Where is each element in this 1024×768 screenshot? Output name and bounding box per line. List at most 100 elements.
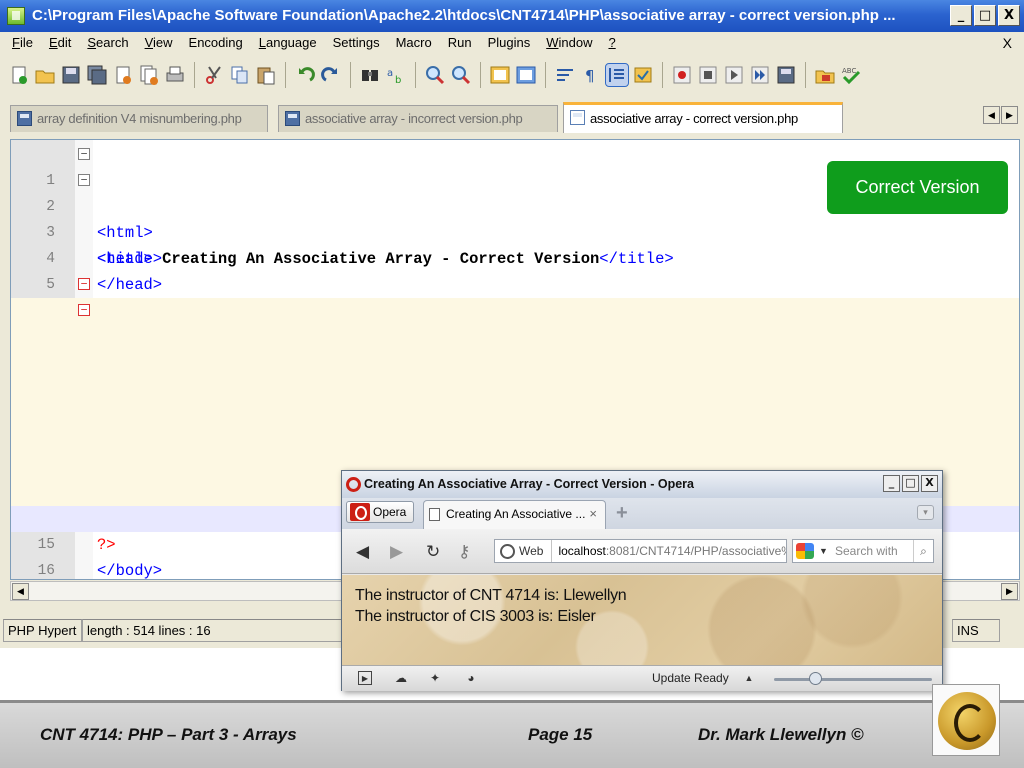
run-macro-multiple-icon[interactable] bbox=[749, 64, 771, 86]
undo-icon[interactable] bbox=[294, 64, 316, 86]
panel-toggle-icon[interactable]: ▶ bbox=[358, 671, 372, 685]
code-text: </body> bbox=[97, 562, 163, 580]
update-ready-status[interactable]: Update Ready bbox=[652, 666, 729, 691]
zoom-slider[interactable] bbox=[774, 672, 932, 685]
print-icon[interactable] bbox=[164, 64, 186, 86]
browser-maximize-button[interactable]: □ bbox=[902, 475, 919, 492]
minimize-button[interactable]: _ bbox=[950, 5, 972, 26]
fold-toggle-icon[interactable]: − bbox=[78, 148, 90, 160]
menu-settings[interactable]: Settings bbox=[325, 32, 388, 54]
turbo-icon[interactable]: ✦ bbox=[428, 671, 442, 685]
menu-edit[interactable]: Edit bbox=[41, 32, 79, 54]
chevron-down-icon[interactable]: ▼ bbox=[819, 540, 828, 562]
scroll-right-icon[interactable]: ▶ bbox=[1001, 583, 1018, 600]
fold-toggle-icon[interactable]: − bbox=[78, 174, 90, 186]
open-in-folder-icon[interactable] bbox=[814, 64, 836, 86]
menu-help[interactable]: ? bbox=[600, 32, 623, 54]
unite-cloud-icon[interactable]: ☁ bbox=[394, 671, 408, 685]
tab-array-definition[interactable]: array definition V4 misnumbering.php bbox=[10, 105, 268, 132]
reload-icon[interactable]: ↻ bbox=[426, 542, 440, 562]
close-all-icon[interactable] bbox=[138, 64, 160, 86]
redo-icon[interactable] bbox=[320, 64, 342, 86]
opera-menu-button[interactable]: Opera bbox=[346, 501, 414, 523]
toolbar-separator bbox=[805, 62, 806, 88]
close-document-icon[interactable]: X bbox=[1003, 32, 1012, 54]
speed-dial-icon[interactable]: ◕ bbox=[464, 671, 478, 685]
indent-guide-icon[interactable] bbox=[605, 63, 629, 87]
fold-toggle-icon[interactable]: − bbox=[78, 278, 90, 290]
play-macro-icon[interactable] bbox=[723, 64, 745, 86]
browser-tab[interactable]: Creating An Associative ... × bbox=[423, 500, 606, 529]
url-host: localhost bbox=[558, 544, 606, 558]
search-field[interactable]: ▼ Search with ⌕ bbox=[792, 539, 934, 563]
open-file-icon[interactable] bbox=[34, 64, 56, 86]
menu-search[interactable]: Search bbox=[79, 32, 136, 54]
svg-text:b: b bbox=[395, 75, 401, 86]
chevron-up-icon[interactable]: ▲ bbox=[742, 671, 756, 685]
browser-close-button[interactable]: X bbox=[921, 475, 938, 492]
toolbar-separator bbox=[350, 62, 351, 88]
sync-horizontal-icon[interactable] bbox=[515, 64, 537, 86]
record-macro-icon[interactable] bbox=[671, 64, 693, 86]
replace-icon[interactable]: ab bbox=[385, 64, 407, 86]
menu-bar: File Edit Search View Encoding Language … bbox=[0, 32, 1024, 54]
sync-vertical-icon[interactable] bbox=[489, 64, 511, 86]
cut-icon[interactable] bbox=[203, 64, 225, 86]
close-file-icon[interactable] bbox=[112, 64, 134, 86]
tab-scroll-left-icon[interactable]: ◀ bbox=[983, 106, 1000, 124]
slide-footer: CNT 4714: PHP – Part 3 - Arrays Page 15 … bbox=[0, 700, 1024, 768]
saved-file-icon bbox=[17, 111, 32, 126]
menu-view[interactable]: View bbox=[137, 32, 181, 54]
zoom-slider-handle[interactable] bbox=[809, 672, 822, 685]
key-icon[interactable]: ⚷ bbox=[458, 542, 470, 562]
find-icon[interactable] bbox=[359, 64, 381, 86]
tab-scroll-right-icon[interactable]: ▶ bbox=[1001, 106, 1018, 124]
scroll-left-icon[interactable]: ◀ bbox=[12, 583, 29, 600]
save-all-icon[interactable] bbox=[86, 64, 108, 86]
window-title-bar[interactable]: C:\Program Files\Apache Software Foundat… bbox=[0, 0, 1024, 32]
address-field[interactable]: Web localhost:8081/CNT4714/PHP/associativ… bbox=[494, 539, 787, 563]
spell-check-icon[interactable]: ABC bbox=[840, 64, 862, 86]
code-line: 10 "CIS 3360" => "Guha" ); bbox=[11, 376, 1019, 450]
zoom-in-icon[interactable] bbox=[424, 64, 446, 86]
new-tab-icon[interactable]: + bbox=[616, 503, 628, 523]
menu-window[interactable]: Window bbox=[538, 32, 600, 54]
menu-encoding[interactable]: Encoding bbox=[181, 32, 251, 54]
back-icon[interactable]: ◀ bbox=[356, 542, 369, 562]
tab-correct-version[interactable]: associative array - correct version.php bbox=[563, 102, 843, 133]
close-button[interactable]: X bbox=[998, 5, 1020, 26]
tab-incorrect-version[interactable]: associative array - incorrect version.ph… bbox=[278, 105, 558, 132]
closed-tabs-icon[interactable]: ▾ bbox=[917, 505, 934, 520]
saved-file-icon bbox=[570, 110, 585, 125]
menu-plugins[interactable]: Plugins bbox=[480, 32, 539, 54]
menu-run[interactable]: Run bbox=[440, 32, 480, 54]
menu-file[interactable]: File bbox=[4, 32, 41, 54]
save-macro-icon[interactable] bbox=[775, 64, 797, 86]
code-line: 8 $instructor = array( "CNT 4714" => "Ll… bbox=[11, 324, 1019, 398]
tab-close-icon[interactable]: × bbox=[589, 501, 597, 527]
stop-macro-icon[interactable] bbox=[697, 64, 719, 86]
user-language-icon[interactable] bbox=[632, 64, 654, 86]
status-insert-mode: INS bbox=[952, 619, 1000, 642]
notepadpp-app-icon bbox=[7, 7, 25, 25]
code-line: 7 − <?php bbox=[11, 298, 1019, 398]
search-icon[interactable]: ⌕ bbox=[913, 540, 933, 562]
zoom-out-icon[interactable] bbox=[450, 64, 472, 86]
browser-minimize-button[interactable]: _ bbox=[883, 475, 900, 492]
menu-language[interactable]: Language bbox=[251, 32, 325, 54]
show-all-characters-icon[interactable]: ¶ bbox=[580, 64, 602, 86]
new-file-icon[interactable] bbox=[8, 64, 30, 86]
paste-icon[interactable] bbox=[255, 64, 277, 86]
word-wrap-icon[interactable] bbox=[554, 64, 576, 86]
code-line: 11 echo 'The instructor of CNT 4714 is: … bbox=[11, 402, 1019, 476]
maximize-button[interactable]: □ bbox=[974, 5, 996, 26]
menu-macro[interactable]: Macro bbox=[388, 32, 440, 54]
fold-toggle-icon[interactable]: − bbox=[78, 304, 90, 316]
footer-author: Dr. Mark Llewellyn © bbox=[698, 725, 864, 744]
copy-icon[interactable] bbox=[229, 64, 251, 86]
footer-course: CNT 4714: PHP – Part 3 - Arrays bbox=[40, 725, 297, 744]
code-line: 12 echo 'The instructor of CIS 3003 is: … bbox=[11, 428, 1019, 502]
forward-icon[interactable]: ▶ bbox=[390, 542, 403, 562]
save-icon[interactable] bbox=[60, 64, 82, 86]
browser-title-bar[interactable]: Creating An Associative Array - Correct … bbox=[342, 471, 942, 498]
